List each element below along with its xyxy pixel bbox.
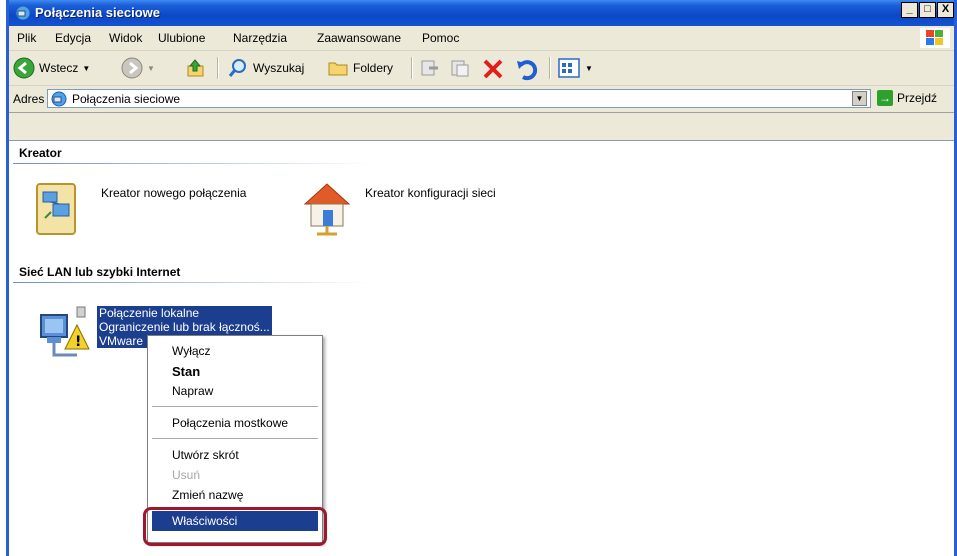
group-divider — [13, 282, 373, 283]
folders-button[interactable]: Foldery — [327, 57, 393, 79]
network-setup-wizard-label: Kreator konfiguracji sieci — [365, 186, 496, 200]
address-input[interactable]: Połączenia sieciowe ▼ — [47, 89, 871, 108]
copy-to-icon — [451, 60, 469, 77]
network-connections-icon — [15, 5, 31, 21]
delete-x-icon — [483, 59, 503, 79]
go-button[interactable]: → Przejdź — [877, 90, 937, 106]
address-label: Adres — [13, 92, 45, 106]
search-label: Wyszukaj — [253, 61, 305, 75]
new-connection-wizard-icon — [36, 183, 76, 235]
menu-item-bridge[interactable]: Połączenia mostkowe — [172, 416, 288, 430]
menu-item-delete: Usuń — [172, 468, 201, 482]
minimize-button[interactable]: _ — [901, 2, 918, 18]
menu-item-disable[interactable]: Wyłącz — [172, 344, 211, 358]
chevron-down-icon[interactable]: ▼ — [585, 64, 593, 73]
home-network-icon — [303, 183, 351, 236]
back-label: Wstecz — [39, 61, 79, 75]
menu-item-status[interactable]: Stan — [172, 364, 200, 379]
menu-separator — [152, 406, 318, 407]
menu-item-rename[interactable]: Zmień nazwę — [172, 488, 243, 502]
views-grid-icon — [558, 58, 580, 78]
network-connections-icon — [51, 91, 67, 107]
address-bar: Adres Połączenia sieciowe ▼ → Przejdź — [9, 86, 954, 113]
folder-icon — [328, 62, 348, 76]
undo-icon — [517, 60, 538, 81]
address-dropdown-icon[interactable]: ▼ — [852, 91, 867, 106]
move-to-icon — [421, 60, 438, 76]
folders-label: Foldery — [353, 61, 394, 75]
up-folder-button[interactable] — [185, 57, 207, 79]
menu-advanced[interactable]: Zaawansowane — [317, 31, 401, 45]
back-button[interactable]: Wstecz ▼ — [13, 57, 90, 79]
lan-connection-warning-icon: ! — [40, 306, 90, 357]
network-setup-wizard-item[interactable]: Kreator konfiguracji sieci — [299, 178, 496, 243]
toolbar-separator — [217, 57, 218, 79]
up-folder-icon — [187, 59, 204, 77]
maximize-button[interactable]: □ — [919, 2, 936, 18]
explorer-window: Połączenia sieciowe _ □ X Plik Edycja Wi… — [6, 0, 957, 556]
views-button[interactable]: ▼ — [557, 57, 593, 79]
chevron-down-icon[interactable]: ▼ — [147, 64, 155, 73]
delete-button[interactable] — [481, 57, 505, 81]
new-connection-wizard-label: Kreator nowego połączenia — [101, 186, 247, 200]
connection-status: Ograniczenie lub brak łącznoś... — [99, 320, 270, 334]
toolbar-separator — [411, 57, 412, 79]
group-header-wizard: Kreator — [19, 146, 62, 160]
windows-logo-icon — [920, 28, 950, 48]
menu-tools[interactable]: Narzędzia — [233, 31, 287, 45]
search-button[interactable]: Wyszukaj — [227, 57, 304, 79]
forward-arrow-icon — [121, 57, 143, 79]
properties-highlight-box — [143, 507, 327, 546]
menu-file[interactable]: Plik — [17, 31, 36, 45]
title-bar[interactable]: Połączenia sieciowe _ □ X — [9, 0, 954, 26]
menu-item-create-shortcut[interactable]: Utwórz skrót — [172, 448, 239, 462]
menu-separator — [152, 438, 318, 439]
connection-name: Połączenie lokalne — [99, 306, 200, 320]
move-to-button[interactable] — [419, 57, 441, 79]
menu-edit[interactable]: Edycja — [55, 31, 91, 45]
local-connection-item[interactable]: ! — [37, 305, 93, 364]
menu-bar: Plik Edycja Widok Ulubione Narzędzia Zaa… — [9, 26, 954, 51]
svg-text:!: ! — [75, 334, 81, 350]
window-title: Połączenia sieciowe — [35, 5, 161, 20]
window-controls: _ □ X — [900, 2, 954, 18]
menu-favorites[interactable]: Ulubione — [158, 31, 205, 45]
forward-button[interactable]: ▼ — [121, 57, 155, 79]
menu-item-repair[interactable]: Napraw — [172, 384, 213, 398]
new-connection-wizard-item[interactable]: Kreator nowego połączenia — [33, 178, 246, 241]
close-button[interactable]: X — [937, 2, 954, 18]
menu-view[interactable]: Widok — [109, 31, 142, 45]
back-arrow-icon — [13, 57, 35, 79]
chevron-down-icon[interactable]: ▼ — [82, 64, 90, 73]
search-icon — [228, 59, 246, 77]
undo-button[interactable] — [515, 57, 539, 81]
copy-to-button[interactable] — [449, 57, 471, 79]
toolbar-separator — [549, 57, 550, 79]
group-header-lan: Sieć LAN lub szybki Internet — [19, 265, 181, 279]
go-arrow-icon: → — [877, 90, 893, 106]
address-value: Połączenia sieciowe — [72, 92, 181, 106]
group-divider — [13, 163, 373, 164]
menu-help[interactable]: Pomoc — [422, 31, 459, 45]
go-label: Przejdź — [897, 91, 938, 105]
toolbar: Wstecz ▼ ▼ Wyszukaj Foldery ▼ — [9, 51, 954, 86]
